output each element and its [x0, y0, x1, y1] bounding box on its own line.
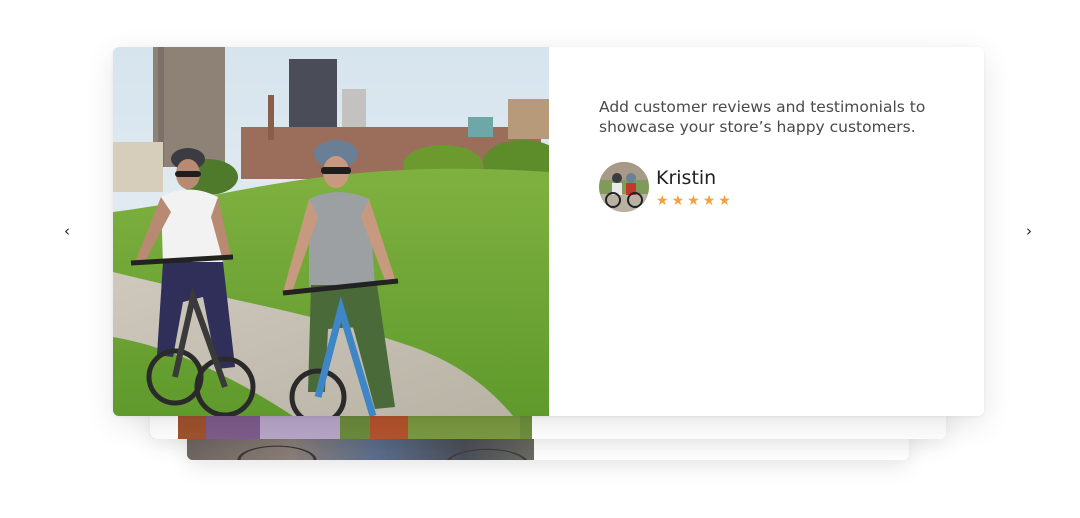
quote-line-1: Add customer reviews and testimonials to — [599, 98, 926, 116]
previous-slide-button[interactable]: ‹ — [57, 221, 77, 241]
testimonial-carousel: Add customer reviews and testimonials to… — [0, 0, 1080, 518]
star-icon: ★ — [671, 192, 685, 209]
star-rating: ★ ★ ★ ★ ★ — [656, 194, 731, 208]
testimonial-photo — [113, 47, 549, 416]
star-icon: ★ — [718, 192, 731, 209]
next-slide-button[interactable]: › — [1019, 221, 1039, 241]
avatar — [599, 162, 649, 212]
chevron-left-icon: ‹ — [64, 222, 70, 240]
star-icon: ★ — [656, 192, 669, 209]
testimonial-card: Add customer reviews and testimonials to… — [113, 47, 984, 416]
chevron-right-icon: › — [1026, 222, 1032, 240]
testimonial-quote: Add customer reviews and testimonials to… — [599, 97, 939, 137]
author-info: Kristin ★ ★ ★ ★ ★ — [656, 167, 731, 208]
quote-line-2: showcase your store’s happy customers. — [599, 118, 916, 136]
testimonial-content: Add customer reviews and testimonials to… — [599, 97, 939, 212]
star-icon: ★ — [702, 192, 716, 209]
testimonial-author: Kristin ★ ★ ★ ★ ★ — [599, 162, 939, 212]
author-name: Kristin — [656, 166, 717, 189]
star-icon: ★ — [687, 192, 700, 209]
